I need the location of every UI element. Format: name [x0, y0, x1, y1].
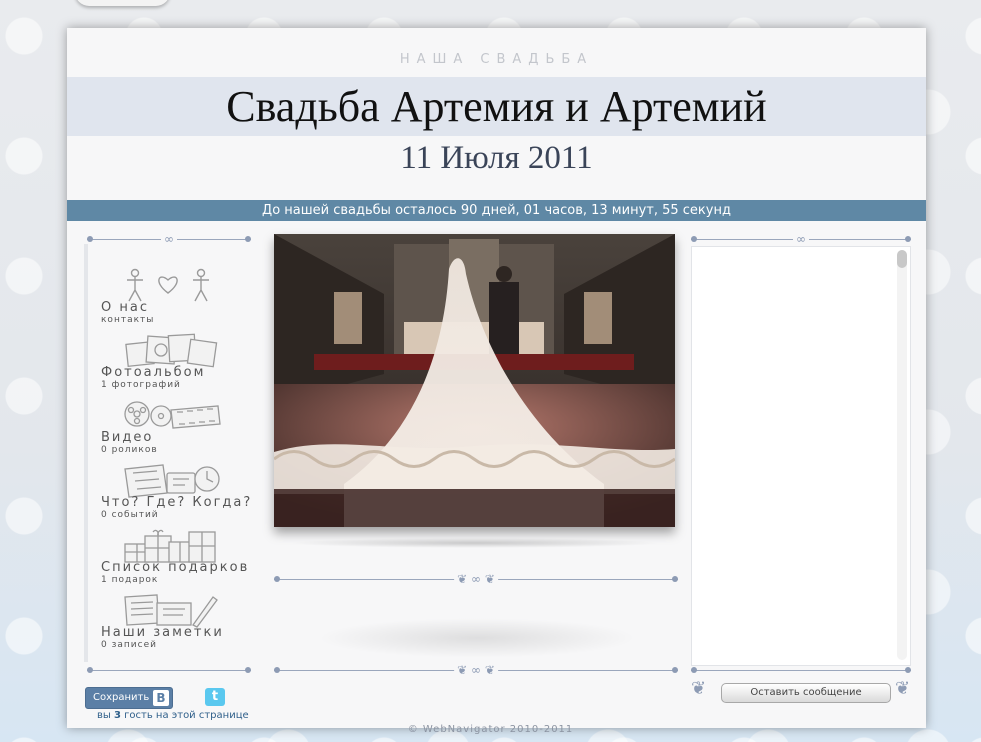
- film-reel-icon: [124, 401, 221, 429]
- guestbook-panel[interactable]: [691, 246, 911, 666]
- decorative-shadow: [317, 618, 637, 658]
- map-clock-icon: [124, 464, 220, 498]
- nav-item-label: О нас: [101, 300, 149, 315]
- photo-bottom-divider: ❦ ∞ ❦: [274, 573, 678, 586]
- wedding-date: 11 Июля 2011: [400, 140, 593, 176]
- leave-message-button[interactable]: Оставить сообщение: [721, 683, 891, 703]
- visitors-prefix: вы: [97, 710, 111, 721]
- photos-icon: [125, 333, 218, 368]
- nav-item-label: Видео: [101, 430, 154, 445]
- scrollbar-thumb[interactable]: [897, 250, 907, 268]
- page-title: Свадьба Артемия и Артемий: [226, 82, 767, 131]
- vk-icon: B: [153, 690, 169, 706]
- top-tab: [75, 0, 170, 6]
- nav-item-label: Что? Где? Когда?: [101, 495, 253, 510]
- wedding-page: НАША СВАДЬБА Свадьба Артемия и Артемий 1…: [67, 28, 926, 728]
- guest-top-divider: ∞: [691, 233, 911, 246]
- save-label: Сохранить: [93, 692, 150, 703]
- nav-item-sub: 0 роликов: [101, 445, 158, 455]
- people-heart-icon: [127, 268, 209, 302]
- nav-item-sub: 1 подарок: [101, 575, 159, 585]
- wedding-photo[interactable]: [274, 234, 675, 527]
- nav-item-sub: контакты: [101, 315, 155, 325]
- center-bottom-divider: ❦ ∞ ❦: [274, 664, 678, 677]
- ornament-icon: ❦ ∞ ❦: [454, 573, 498, 585]
- church-veil-image: [274, 234, 675, 527]
- nav-item-sub: 0 записей: [101, 640, 157, 650]
- copyright: © WebNavigator 2010-2011: [407, 724, 574, 735]
- visitors-suffix: гость на этой странице: [124, 710, 249, 721]
- nav-item-label: Фотоальбом: [101, 365, 206, 380]
- nav-item-sub: 0 событий: [101, 510, 159, 520]
- vk-save-button[interactable]: Сохранить B: [85, 687, 173, 709]
- nav-item-label: Наши заметки: [101, 625, 224, 640]
- nav-item-label: Список подарков: [101, 560, 250, 575]
- nav-bottom-divider: [87, 665, 251, 677]
- nav-item-notes[interactable]: Наши заметки 0 записей: [101, 593, 256, 657]
- nav-item-sub: 1 фотографий: [101, 380, 181, 390]
- ornament-icon: ∞: [793, 233, 809, 245]
- site-kicker: НАША СВАДЬБА: [399, 52, 594, 67]
- twitter-icon[interactable]: t: [205, 688, 225, 706]
- guest-bottom-divider: [691, 665, 911, 677]
- gifts-icon: [124, 529, 216, 563]
- nav-item-about[interactable]: О нас контакты: [101, 268, 256, 332]
- side-navigation: О нас контакты Фотоальбом 1 фотографий В…: [84, 244, 256, 662]
- countdown-bar: До нашей свадьбы осталось 90 дней, 01 ча…: [67, 200, 926, 221]
- nav-item-video[interactable]: Видео 0 роликов: [101, 398, 256, 462]
- swirl-right-icon: ❦: [895, 678, 911, 699]
- visitors-count: 3: [113, 710, 121, 721]
- nav-item-events[interactable]: Что? Где? Когда? 0 событий: [101, 463, 256, 527]
- guestbook-scrollbar[interactable]: [897, 250, 907, 660]
- swirl-left-icon: ❦: [691, 678, 707, 699]
- photo-shadow: [289, 538, 661, 548]
- visitors-counter: вы 3 гость на этой странице: [97, 710, 249, 721]
- nav-item-photoalbum[interactable]: Фотоальбом 1 фотографий: [101, 333, 256, 397]
- notes-icon: [124, 594, 218, 628]
- ornament-icon: ❦ ∞ ❦: [454, 664, 498, 676]
- nav-item-gifts[interactable]: Список подарков 1 подарок: [101, 528, 256, 592]
